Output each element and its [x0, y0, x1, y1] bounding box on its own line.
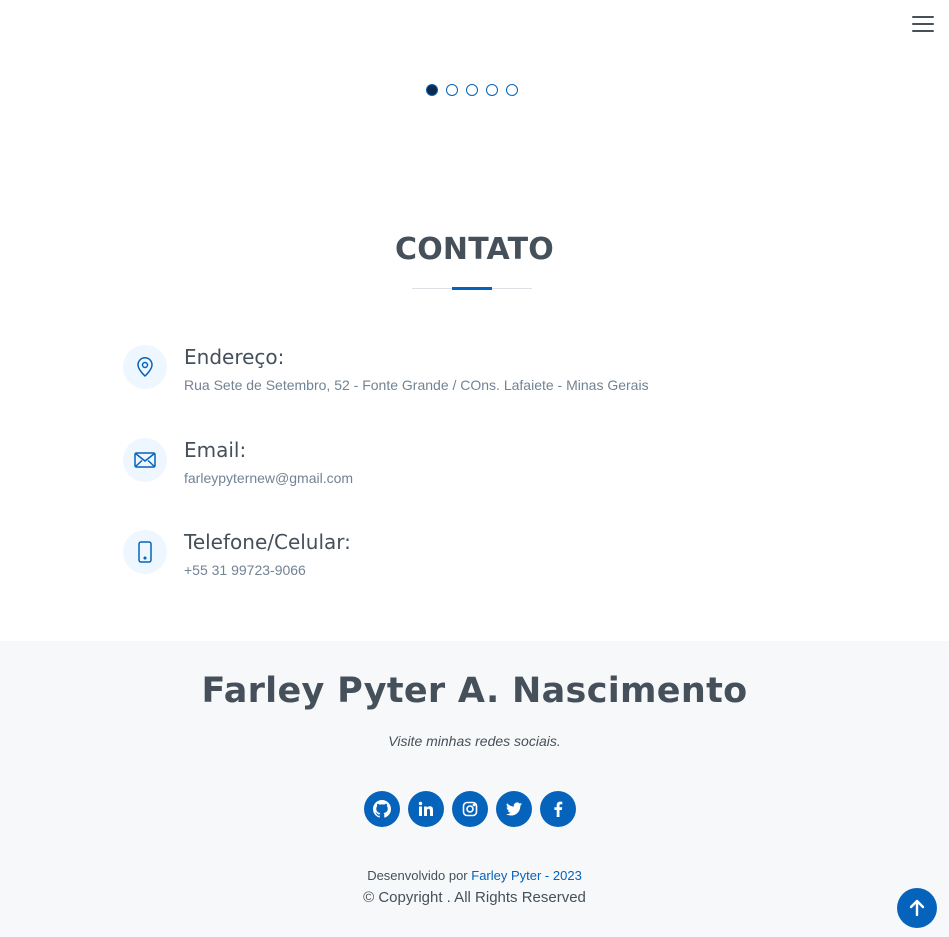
- footer-name: Farley Pyter A. Nascimento: [201, 671, 748, 711]
- menu-bar: [912, 23, 934, 25]
- instagram-icon[interactable]: [452, 791, 488, 827]
- carousel-dot-2[interactable]: [446, 84, 458, 96]
- menu-toggle-icon[interactable]: [912, 16, 934, 34]
- envelope-icon: [123, 438, 167, 482]
- credits-link[interactable]: Farley Pyter - 2023: [471, 868, 582, 883]
- back-to-top-button[interactable]: [897, 888, 937, 928]
- email-label: Email:: [184, 438, 247, 462]
- carousel-dot-4[interactable]: [486, 84, 498, 96]
- phone-value[interactable]: +55 31 99723-9066: [184, 562, 351, 578]
- contact-email: Email: farleypyternew@gmail.com: [123, 438, 823, 498]
- contact-phone: Telefone/Celular: +55 31 99723-9066: [123, 530, 823, 590]
- carousel-dot-5[interactable]: [506, 84, 518, 96]
- title-accent-bar: [452, 287, 492, 290]
- github-icon[interactable]: [364, 791, 400, 827]
- footer-copyright: © Copyright . All Rights Reserved: [363, 889, 586, 906]
- carousel-dot-3[interactable]: [466, 84, 478, 96]
- email-value[interactable]: farleypyternew@gmail.com: [184, 470, 353, 486]
- facebook-icon[interactable]: [540, 791, 576, 827]
- contact-heading: CONTATO: [394, 232, 555, 267]
- footer: Farley Pyter A. Nascimento Visite minhas…: [0, 641, 949, 937]
- social-links: [364, 791, 576, 827]
- menu-bar: [912, 30, 934, 32]
- phone-label: Telefone/Celular:: [184, 530, 351, 554]
- address-value: Rua Sete de Setembro, 52 - Fonte Grande …: [184, 377, 649, 393]
- footer-credits: Desenvolvido por Farley Pyter - 2023: [0, 868, 949, 883]
- contact-section-title: CONTATO: [0, 232, 949, 267]
- address-label: Endereço:: [184, 345, 285, 369]
- arrow-up-icon: [909, 899, 925, 917]
- carousel-pagination: [426, 84, 518, 96]
- contact-address: Endereço: Rua Sete de Setembro, 52 - Fon…: [123, 345, 823, 405]
- footer-tagline: Visite minhas redes sociais.: [388, 733, 561, 749]
- map-pin-icon: [123, 345, 167, 389]
- phone-icon: [123, 530, 167, 574]
- menu-bar: [912, 16, 934, 18]
- carousel-dot-1[interactable]: [426, 84, 438, 96]
- credits-prefix: Desenvolvido por: [367, 868, 472, 883]
- linkedin-icon[interactable]: [408, 791, 444, 827]
- twitter-icon[interactable]: [496, 791, 532, 827]
